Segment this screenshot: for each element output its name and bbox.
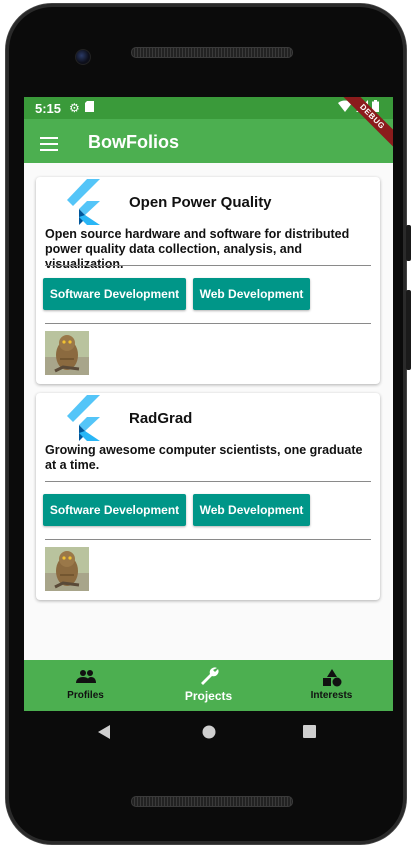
status-time: 5:15 [35, 100, 62, 116]
back-icon[interactable] [98, 725, 110, 739]
interest-chip[interactable]: Software Development [43, 494, 186, 526]
divider [45, 265, 371, 266]
interest-chip[interactable]: Web Development [193, 278, 310, 310]
menu-icon[interactable] [40, 137, 58, 151]
divider [45, 481, 371, 482]
owl-avatar[interactable] [45, 331, 89, 375]
sd-card-icon [84, 101, 94, 115]
power-button [406, 225, 411, 261]
nav-item-profiles[interactable]: Profiles [24, 660, 147, 711]
nav-label: Profiles [67, 690, 104, 701]
nav-item-projects[interactable]: Projects [147, 660, 270, 711]
settings-icon: ⚙ [69, 101, 80, 115]
project-card: Open Power Quality Open source hardware … [36, 177, 380, 384]
project-title: Open Power Quality [129, 194, 272, 211]
screen: 5:15 ⚙ BowFolios DEBUG Open Power Qualit… [24, 97, 393, 711]
divider [45, 323, 371, 324]
nav-label: Projects [184, 689, 233, 703]
interest-chip[interactable]: Web Development [193, 494, 310, 526]
front-camera [75, 49, 91, 65]
top-speaker [131, 47, 293, 58]
recents-icon[interactable] [303, 725, 316, 738]
nav-item-interests[interactable]: Interests [270, 660, 393, 711]
app-bar: BowFolios [24, 119, 393, 163]
status-bar: 5:15 ⚙ [24, 97, 393, 119]
project-title: RadGrad [129, 410, 193, 427]
wrench-icon [200, 667, 219, 685]
shapes-icon [322, 669, 341, 687]
people-icon [75, 670, 96, 683]
interest-chip[interactable]: Software Development [43, 278, 186, 310]
project-card: RadGrad Growing awesome computer scienti… [36, 393, 380, 600]
flutter-logo-icon [67, 395, 100, 441]
bottom-speaker [131, 796, 293, 807]
app-title: BowFolios [88, 132, 179, 152]
system-navigation-bar [24, 711, 393, 755]
project-description: Growing awesome computer scientists, one… [45, 443, 363, 472]
home-icon[interactable] [202, 725, 216, 739]
flutter-logo-icon [67, 179, 100, 225]
project-list: Open Power Quality Open source hardware … [24, 163, 393, 660]
owl-avatar[interactable] [45, 547, 89, 591]
bottom-navigation: Profiles Projects Interests [24, 660, 393, 711]
volume-button [406, 290, 411, 370]
nav-label: Interests [310, 690, 353, 701]
divider [45, 539, 371, 540]
